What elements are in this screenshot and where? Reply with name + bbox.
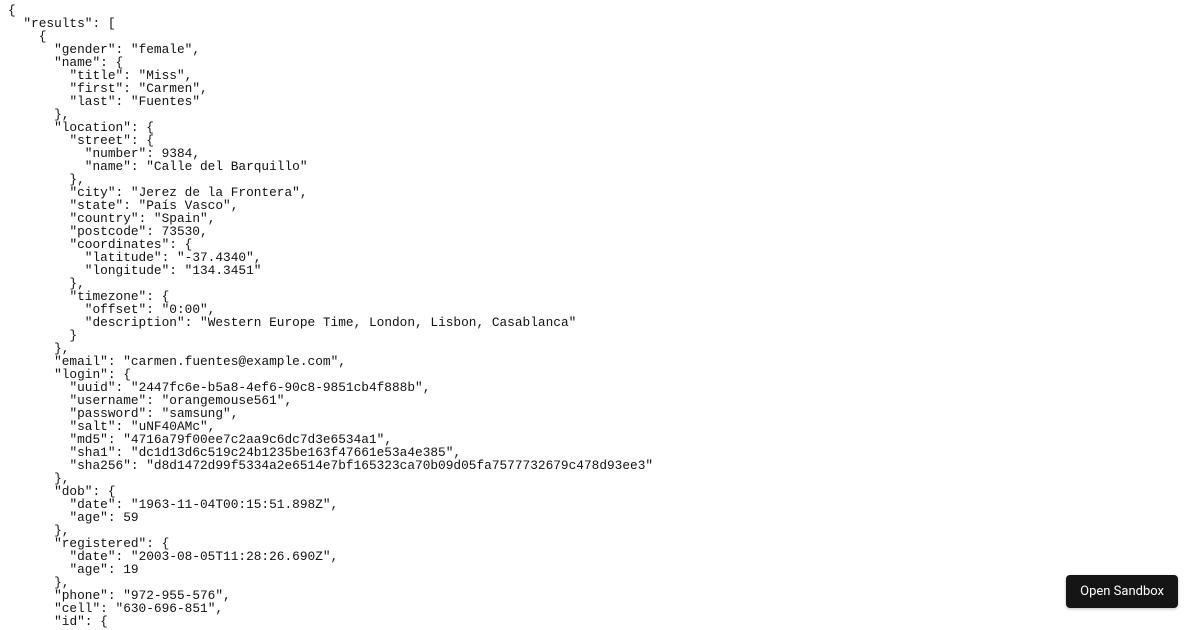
json-key: "description" [85,315,185,330]
json-value: d8d1472d99f5334a2e6514e7bf165323ca70b09d… [154,458,645,473]
json-value: 134.3451 [192,263,253,278]
json-key: "age" [69,562,107,577]
json-key: "last" [69,94,115,109]
json-value: 630-696-851 [123,601,207,616]
json-key: "name" [85,159,131,174]
json-key: "longitude" [85,263,169,278]
json-value: Calle del Barquillo [154,159,300,174]
json-key: "sha256" [69,458,130,473]
json-value: carmen.fuentes@example.com [131,354,331,369]
json-value: 2003-08-05T11:28:26.690Z [139,549,323,564]
json-value: Western Europe Time, London, Lisbon, Cas… [208,315,569,330]
open-sandbox-button[interactable]: Open Sandbox [1066,575,1178,608]
json-value: 1963-11-04T00:15:51.898Z [139,497,323,512]
json-output: { "results": [ { "gender": "female", "na… [0,0,1200,628]
json-value: 59 [123,510,138,525]
json-value: female [139,42,185,57]
json-key: id [62,614,77,629]
json-value: Fuentes [139,94,193,109]
json-value: 19 [123,562,138,577]
json-key: "age" [69,510,107,525]
json-key: "results" [23,16,92,31]
